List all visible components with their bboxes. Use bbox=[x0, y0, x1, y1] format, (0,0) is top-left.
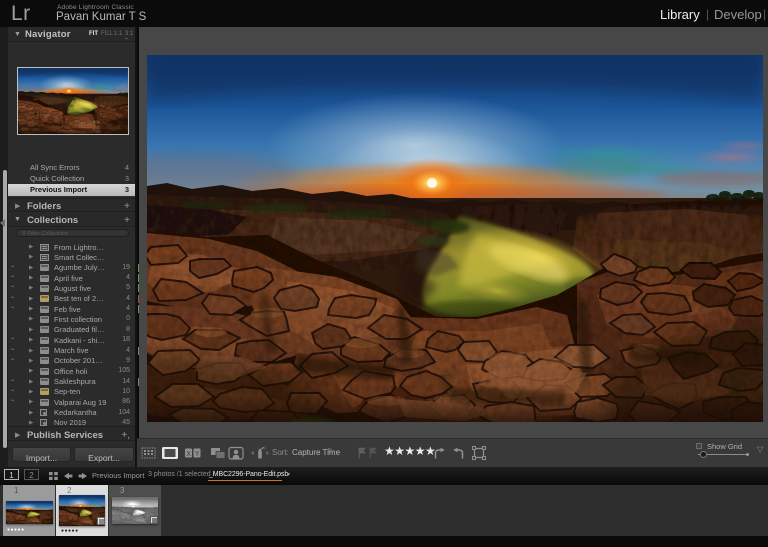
svg-text:X: X bbox=[186, 451, 191, 458]
svg-text:Y: Y bbox=[195, 451, 200, 458]
